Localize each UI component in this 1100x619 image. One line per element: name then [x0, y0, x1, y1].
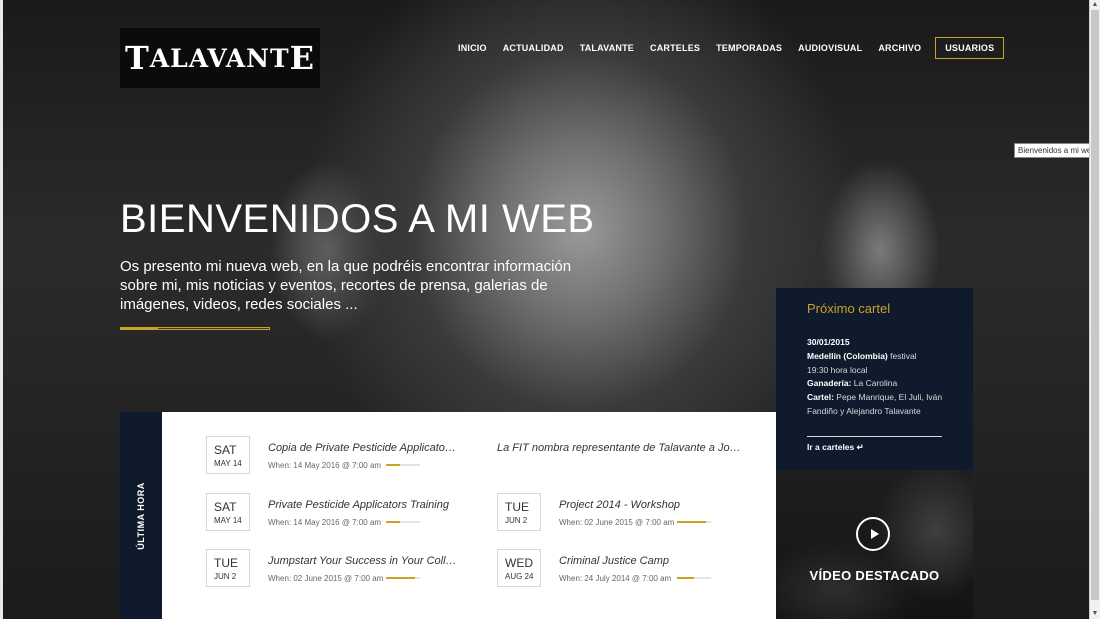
cartel-lineup-label: Cartel:: [807, 392, 834, 403]
event-date: TUE JUN 2: [206, 549, 250, 587]
nav-archivo[interactable]: ARCHIVO: [878, 43, 921, 53]
event-date: SAT MAY 14: [206, 436, 250, 474]
event-dow: TUE: [214, 556, 238, 570]
event-when: When: 14 May 2016 @ 7:00 am: [268, 518, 382, 527]
event-progress-fill: [386, 521, 400, 523]
event-date: TUE JUN 2: [497, 493, 541, 531]
hero-title: BIENVENIDOS A MI WEB: [120, 197, 595, 241]
event-progress-bar: [677, 577, 711, 579]
event-progress-bar: [386, 521, 420, 523]
event-title[interactable]: Jumpstart Your Success in Your College C…: [268, 555, 458, 567]
cartel-type: festival: [887, 350, 917, 361]
event-progress-bar: [677, 521, 711, 523]
event-title[interactable]: Copia de Private Pesticide Applicators T…: [268, 442, 458, 454]
ir-a-carteles-link[interactable]: Ir a carteles ↵: [807, 442, 864, 453]
page: T ALAVANT E INICIO ACTUALIDAD TALAVANTE CA…: [0, 0, 1100, 619]
hero-progress-bar: [120, 327, 270, 330]
logo-initial: T: [124, 39, 150, 77]
event-progress-bar: [386, 464, 420, 466]
event-progress-fill: [677, 577, 694, 579]
ultima-hora-label: ÚLTIMA HORA: [136, 481, 146, 550]
cartel-ganaderia: La Carolina: [851, 378, 898, 389]
play-triangle: [870, 529, 879, 539]
event-date: SAT MAY 14: [206, 493, 250, 531]
event-dow: WED: [505, 556, 533, 570]
event-dow: SAT: [214, 443, 237, 457]
event-when: When: 14 May 2016 @ 7:00 am: [268, 461, 382, 470]
hero-progress-fill: [121, 328, 158, 329]
event-progress-fill: [677, 521, 706, 523]
event-title[interactable]: Project 2014 - Workshop: [559, 499, 749, 511]
hero-text: Os presento mi nueva web, en la que podr…: [120, 258, 572, 313]
nav-inicio[interactable]: INICIO: [458, 43, 487, 53]
event-progress-fill: [386, 464, 400, 466]
cartel-divider: [807, 436, 942, 437]
event-progress-bar: [386, 577, 420, 579]
event-when: When: 24 July 2014 @ 7:00 am: [559, 574, 672, 583]
cartel-place: Medellín (Colombia): [807, 350, 888, 361]
scroll-down-icon[interactable]: ▼: [1091, 610, 1099, 618]
usuarios-button[interactable]: USUARIOS: [935, 37, 1005, 59]
tooltip: Bienvenidos a mi web: [1014, 143, 1100, 158]
event-date: WED AUG 24: [497, 549, 541, 587]
event-when: When: 02 June 2015 @ 7:00 am: [559, 518, 675, 527]
proximo-cartel-info: 30/01/2015 Medellín (Colombia) festival …: [807, 336, 947, 419]
nav-audiovisual[interactable]: AUDIOVISUAL: [798, 43, 862, 53]
nav-talavante[interactable]: TALAVANTE: [580, 43, 634, 53]
event-month-day: JUN 2: [214, 572, 237, 581]
event-title[interactable]: La FIT nombra representante de Talavante…: [497, 442, 742, 454]
events-panel: SAT MAY 14 Copia de Private Pesticide Ap…: [162, 412, 776, 619]
nav-actualidad[interactable]: ACTUALIDAD: [503, 43, 564, 53]
play-icon[interactable]: [856, 517, 890, 551]
event-title[interactable]: Private Pesticide Applicators Training: [268, 499, 458, 511]
nav-carteles[interactable]: CARTELES: [650, 43, 700, 53]
main-nav: INICIO ACTUALIDAD TALAVANTE CARTELES TEM…: [458, 37, 1005, 59]
cartel-date: 30/01/2015: [807, 337, 850, 347]
proximo-cartel-title: Próximo cartel: [807, 301, 891, 316]
event-month-day: MAY 14: [214, 459, 242, 468]
cartel-ganaderia-label: Ganadería:: [807, 378, 852, 389]
scrollbar-thumb[interactable]: [1091, 10, 1099, 600]
site-logo[interactable]: T ALAVANT E: [120, 28, 320, 88]
vertical-scrollbar[interactable]: ▲ ▼: [1089, 0, 1100, 619]
event-when: When: 02 June 2015 @ 7:00 am: [268, 574, 384, 583]
event-dow: SAT: [214, 500, 237, 514]
nav-temporadas[interactable]: TEMPORADAS: [716, 43, 782, 53]
video-destacado-panel[interactable]: VÍDEO DESTACADO: [776, 470, 973, 619]
window-left-edge: [0, 0, 3, 619]
event-month-day: MAY 14: [214, 516, 242, 525]
video-destacado-label: VÍDEO DESTACADO: [809, 568, 940, 583]
event-month-day: JUN 2: [505, 516, 528, 525]
cartel-time: 19:30 hora local: [807, 364, 868, 375]
logo-final: E: [289, 39, 316, 77]
logo-middle: ALAVANT: [149, 43, 290, 73]
event-dow: TUE: [505, 500, 529, 514]
event-title[interactable]: Criminal Justice Camp: [559, 555, 749, 567]
event-month-day: AUG 24: [505, 572, 534, 581]
event-progress-fill: [386, 577, 415, 579]
ultima-hora-label-panel: ÚLTIMA HORA: [120, 412, 162, 619]
scroll-up-icon[interactable]: ▲: [1091, 1, 1099, 9]
proximo-cartel-panel: Próximo cartel 30/01/2015 Medellín (Colo…: [776, 288, 973, 470]
